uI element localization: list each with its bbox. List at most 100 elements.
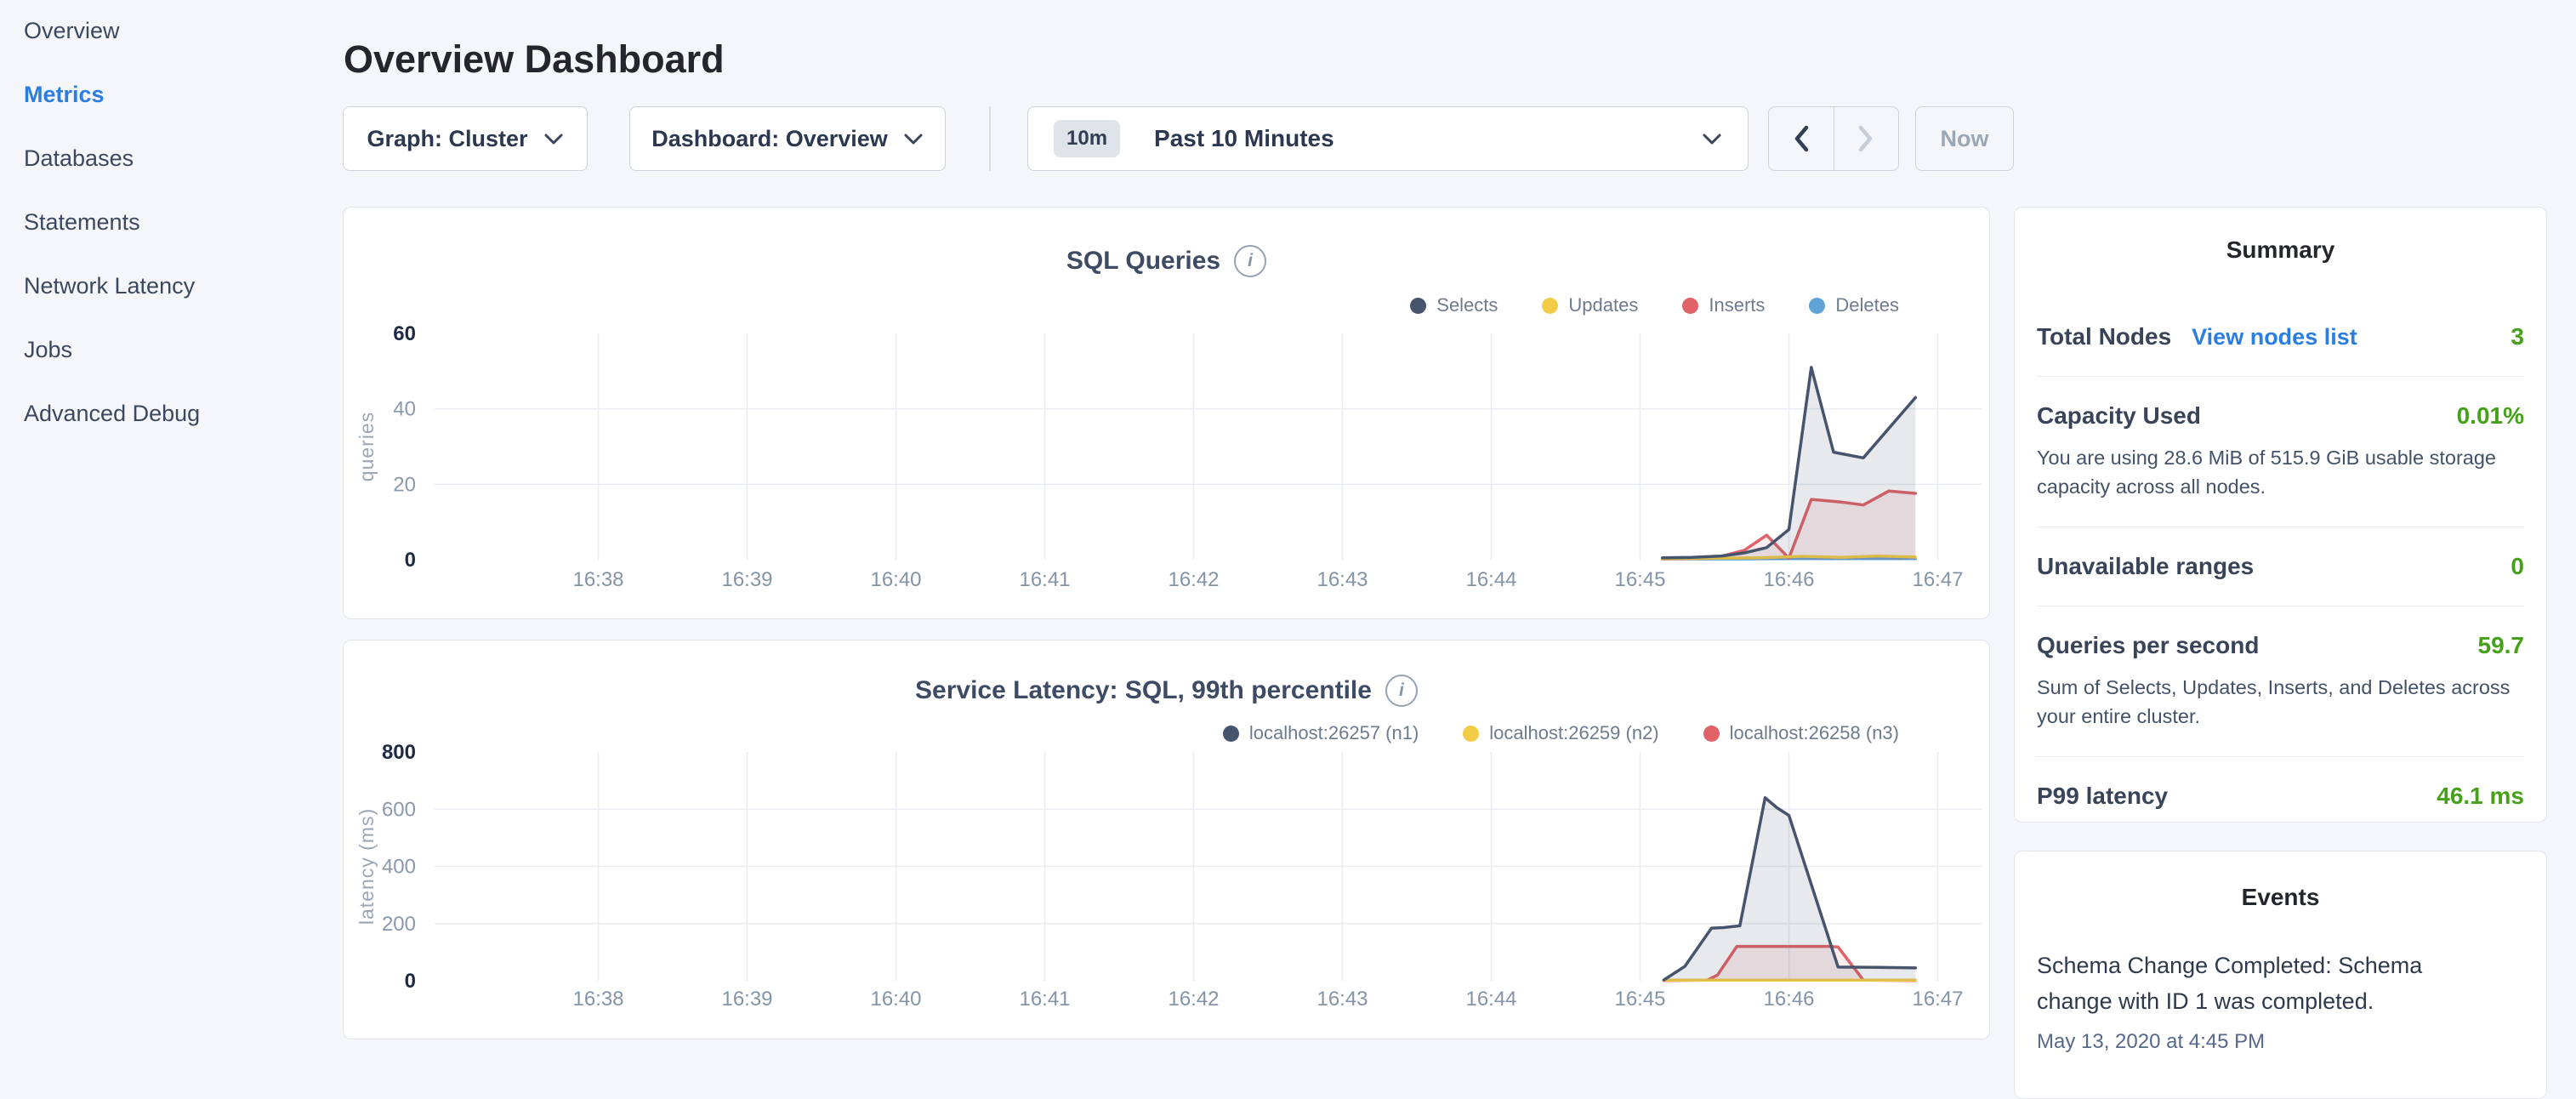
- event-list-item[interactable]: Schema Change Completed: Schema change w…: [2037, 948, 2524, 1054]
- summary-row-p99-latency: P99 latency 46.1 ms: [2037, 757, 2524, 835]
- controls-divider: [989, 106, 991, 171]
- svg-text:16:44: 16:44: [1465, 568, 1516, 591]
- sidebar-item-metrics[interactable]: Metrics: [24, 83, 340, 107]
- summary-row-queries-per-second: Queries per second 59.7 Sum of Selects, …: [2037, 606, 2524, 757]
- legend-label: localhost:26258 (n3): [1730, 722, 1899, 744]
- chevron-left-icon: [1793, 124, 1810, 153]
- time-window-badge: 10m: [1054, 120, 1120, 157]
- summary-row-total-nodes: Total Nodes View nodes list 3: [2037, 298, 2524, 377]
- svg-text:latency (ms): latency (ms): [355, 808, 378, 925]
- svg-text:600: 600: [382, 798, 416, 821]
- app-root: Overview Metrics Databases Statements Ne…: [0, 0, 2576, 1051]
- legend-item: localhost:26257 (n1): [1223, 722, 1419, 744]
- svg-text:16:46: 16:46: [1763, 988, 1814, 1011]
- legend-dot-icon: [1223, 726, 1239, 742]
- summary-description: Sum of Selects, Updates, Inserts, and De…: [2037, 673, 2524, 731]
- svg-text:16:47: 16:47: [1912, 568, 1963, 591]
- svg-text:16:43: 16:43: [1316, 568, 1368, 591]
- svg-text:400: 400: [382, 856, 416, 879]
- legend-item: localhost:26259 (n2): [1463, 722, 1658, 744]
- legend-dot-icon: [1410, 298, 1426, 314]
- svg-text:16:40: 16:40: [870, 568, 921, 591]
- event-timestamp: May 13, 2020 at 4:45 PM: [2037, 1030, 2524, 1054]
- svg-text:16:40: 16:40: [870, 988, 921, 1011]
- svg-text:0: 0: [405, 970, 416, 993]
- info-icon[interactable]: i: [1234, 245, 1266, 277]
- svg-text:16:41: 16:41: [1019, 568, 1070, 591]
- graph-dropdown[interactable]: Graph: Cluster: [343, 106, 588, 171]
- events-title: Events: [2037, 884, 2524, 911]
- view-nodes-list-link[interactable]: View nodes list: [2192, 324, 2357, 350]
- chevron-right-icon: [1857, 124, 1874, 153]
- time-window-dropdown[interactable]: 10m Past 10 Minutes: [1027, 106, 1749, 171]
- previous-range-button[interactable]: [1769, 107, 1834, 170]
- sidebar-item-statements[interactable]: Statements: [24, 210, 340, 235]
- sidebar-item-databases[interactable]: Databases: [24, 146, 340, 171]
- svg-text:16:43: 16:43: [1316, 988, 1368, 1011]
- legend-label: Selects: [1436, 294, 1498, 316]
- time-range-pager: [1768, 106, 1899, 171]
- svg-text:16:44: 16:44: [1465, 988, 1516, 1011]
- legend-label: localhost:26257 (n1): [1249, 722, 1419, 744]
- page-title: Overview Dashboard: [344, 37, 725, 82]
- legend-item: Deletes: [1809, 294, 1899, 316]
- svg-text:16:42: 16:42: [1168, 988, 1219, 1011]
- events-panel: Events Schema Change Completed: Schema c…: [2014, 851, 2547, 1099]
- summary-label: P99 latency: [2037, 783, 2168, 810]
- info-icon[interactable]: i: [1385, 675, 1418, 707]
- graph-dropdown-label: Graph: Cluster: [367, 126, 527, 152]
- chart-legend: localhost:26257 (n1) localhost:26259 (n2)…: [1223, 722, 1899, 744]
- summary-value: 59.7: [2478, 632, 2525, 659]
- sql-queries-chart-card: 16:38 16:39 16:40 16:41 16:42 16:43 16:44 16:45…: [343, 207, 1990, 619]
- svg-text:16:45: 16:45: [1614, 988, 1665, 1011]
- chart-title: SQL Queries: [1066, 247, 1220, 276]
- legend-dot-icon: [1682, 298, 1698, 314]
- svg-text:16:42: 16:42: [1168, 568, 1219, 591]
- svg-text:16:39: 16:39: [721, 988, 772, 1011]
- dashboard-dropdown[interactable]: Dashboard: Overview: [629, 106, 946, 171]
- sidebar-item-overview[interactable]: Overview: [24, 19, 340, 43]
- summary-label: Capacity Used: [2037, 402, 2201, 430]
- svg-text:16:39: 16:39: [721, 568, 772, 591]
- chevron-down-icon: [903, 133, 924, 145]
- legend-item: localhost:26258 (n3): [1703, 722, 1899, 744]
- svg-text:16:45: 16:45: [1614, 568, 1665, 591]
- chart-title: Service Latency: SQL, 99th percentile: [915, 676, 1372, 705]
- summary-description: You are using 28.6 MiB of 515.9 GiB usab…: [2037, 443, 2524, 501]
- legend-label: Updates: [1568, 294, 1638, 316]
- legend-label: Inserts: [1709, 294, 1765, 316]
- summary-row-capacity-used: Capacity Used 0.01% You are using 28.6 M…: [2037, 377, 2524, 527]
- summary-value: 0: [2511, 553, 2524, 580]
- chevron-down-icon: [543, 133, 564, 145]
- legend-dot-icon: [1542, 298, 1558, 314]
- legend-item: Inserts: [1682, 294, 1765, 316]
- svg-text:queries: queries: [355, 412, 378, 481]
- svg-text:0: 0: [405, 549, 416, 572]
- svg-text:800: 800: [382, 741, 416, 764]
- svg-text:16:38: 16:38: [572, 568, 623, 591]
- chart-legend: Selects Updates Inserts Deletes: [1410, 294, 1899, 316]
- svg-text:16:38: 16:38: [572, 988, 623, 1011]
- time-window-label: Past 10 Minutes: [1154, 125, 1334, 152]
- chevron-down-icon: [1702, 133, 1722, 145]
- summary-value: 3: [2511, 323, 2524, 350]
- legend-item: Updates: [1542, 294, 1638, 316]
- sidebar-item-jobs[interactable]: Jobs: [24, 338, 340, 362]
- sidebar-item-network-latency[interactable]: Network Latency: [24, 274, 340, 299]
- legend-dot-icon: [1809, 298, 1825, 314]
- svg-text:60: 60: [393, 322, 416, 345]
- legend-label: Deletes: [1835, 294, 1899, 316]
- summary-value: 46.1 ms: [2437, 783, 2524, 810]
- sidebar: Overview Metrics Databases Statements Ne…: [0, 0, 340, 1051]
- svg-text:40: 40: [393, 398, 416, 421]
- svg-text:16:41: 16:41: [1019, 988, 1070, 1011]
- svg-text:16:47: 16:47: [1912, 988, 1963, 1011]
- summary-label: Unavailable ranges: [2037, 553, 2254, 580]
- sidebar-item-advanced-debug[interactable]: Advanced Debug: [24, 401, 340, 426]
- dashboard-dropdown-label: Dashboard: Overview: [651, 126, 888, 152]
- next-range-button[interactable]: [1834, 107, 1899, 170]
- now-button[interactable]: Now: [1915, 106, 2014, 171]
- service-latency-chart-card: 16:38 16:39 16:40 16:41 16:42 16:43 16:44 16:45…: [343, 640, 1990, 1039]
- event-text: Schema Change Completed: Schema change w…: [2037, 948, 2449, 1020]
- summary-panel: Summary Total Nodes View nodes list 3 Ca…: [2014, 207, 2547, 823]
